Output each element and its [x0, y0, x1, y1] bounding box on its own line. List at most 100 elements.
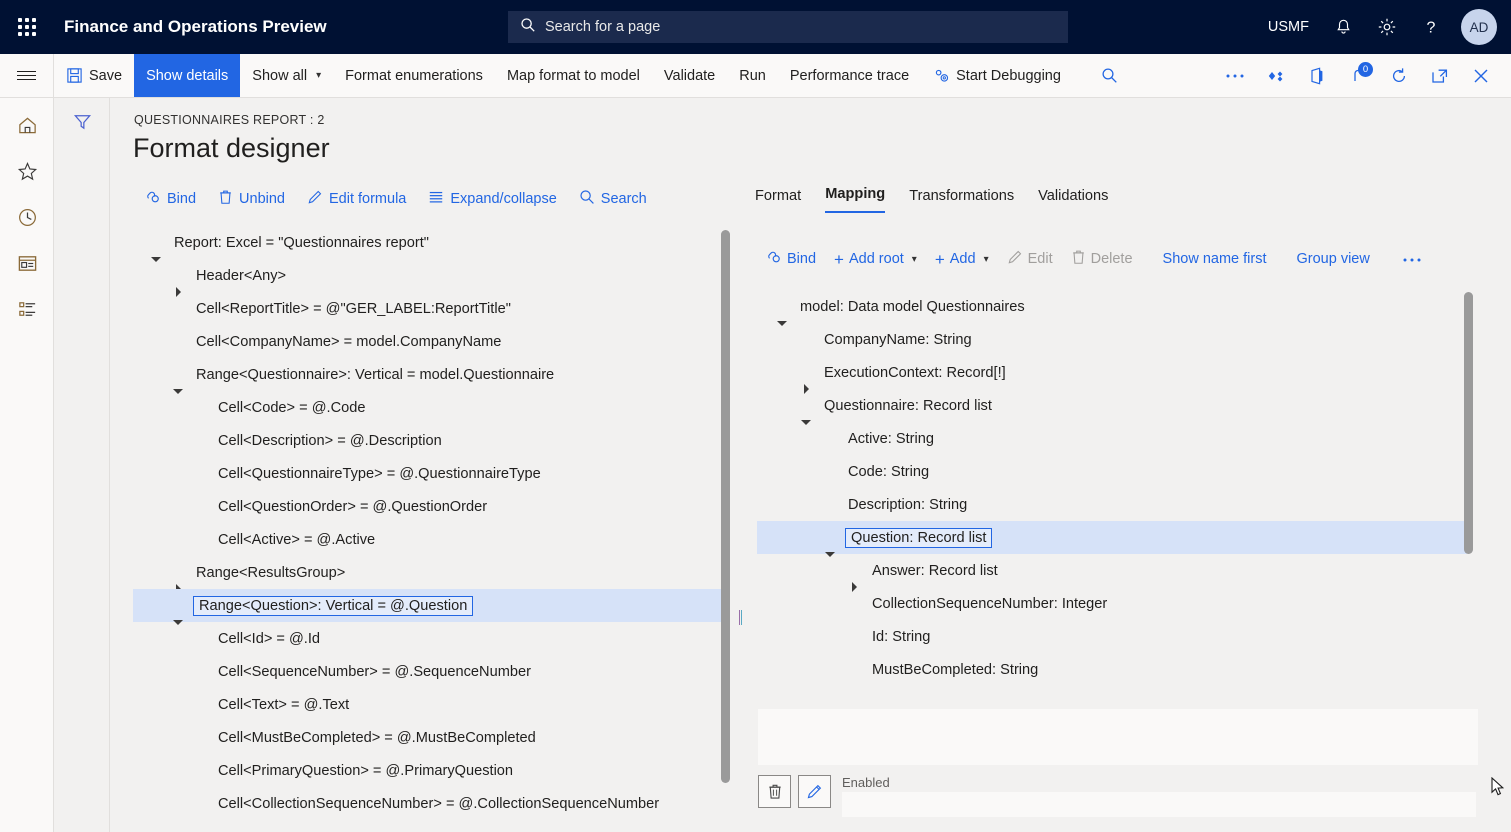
tree-row[interactable]: Cell<SequenceNumber> = @.SequenceNumber [133, 655, 721, 688]
enabled-input[interactable] [842, 792, 1476, 817]
ellipsis-icon[interactable] [1214, 54, 1255, 97]
tree-row[interactable]: MustBeCompleted: String [757, 653, 1467, 686]
waffle-grid-icon[interactable] [0, 0, 54, 54]
tree-row[interactable]: Questionnaire: Record list [757, 389, 1467, 422]
format-tree-row-label: Cell<QuestionOrder> = @.QuestionOrder [215, 498, 490, 516]
detail-delete-button[interactable] [758, 775, 791, 808]
workspaces-icon[interactable] [0, 240, 54, 286]
panel-splitter[interactable] [736, 98, 745, 832]
data-model-tree-scrollbar-thumb[interactable] [1464, 292, 1473, 554]
top-navbar: Finance and Operations Preview Search fo… [0, 0, 1511, 54]
notification-icon[interactable]: 0 [1337, 54, 1378, 97]
tree-row[interactable]: Cell<CollectionSequenceNumber> = @.Colle… [133, 787, 721, 820]
right-overflow-button[interactable] [1396, 248, 1428, 270]
performance-trace-button[interactable]: Performance trace [778, 54, 921, 97]
global-search-input[interactable]: Search for a page [508, 11, 1068, 43]
tree-row[interactable]: Range<ResultsGroup> [133, 556, 721, 589]
format-tree-scrollbar-thumb[interactable] [721, 230, 730, 783]
mouse-cursor [1491, 777, 1505, 802]
add-root-button[interactable]: + Add root ▾ [828, 248, 923, 271]
office-export-icon[interactable] [1296, 54, 1337, 97]
add-button[interactable]: + Add ▾ [929, 248, 995, 271]
recent-clock-icon[interactable] [0, 194, 54, 240]
avatar[interactable]: AD [1461, 9, 1497, 45]
modules-list-icon[interactable] [0, 286, 54, 332]
open-in-new-window-icon[interactable] [1419, 54, 1460, 97]
save-floppy-icon [66, 67, 83, 84]
show-all-dropdown[interactable]: Show all ▾ [240, 54, 333, 97]
format-tree[interactable]: Report: Excel = "Questionnaires report"H… [133, 226, 721, 832]
map-format-to-model-button[interactable]: Map format to model [495, 54, 652, 97]
data-model-tree-scrollbar[interactable] [1462, 288, 1475, 690]
hamburger-menu-icon[interactable] [0, 54, 54, 97]
tree-row[interactable]: Cell<PrimaryQuestion> = @.PrimaryQuestio… [133, 754, 721, 787]
refresh-icon[interactable] [1378, 54, 1419, 97]
tree-row[interactable]: Range<Question>: Vertical = @.Question [133, 589, 721, 622]
tab-mapping[interactable]: Mapping [825, 186, 885, 213]
tree-row[interactable]: Cell<QuestionnaireType> = @.Questionnair… [133, 457, 721, 490]
show-name-first-button[interactable]: Show name first [1157, 248, 1273, 270]
tree-row[interactable]: CollectionSequenceNumber: Integer [757, 587, 1467, 620]
tree-row[interactable]: Cell<MustBeCompleted> = @.MustBeComplete… [133, 721, 721, 754]
tree-row[interactable]: Header<Any> [133, 259, 721, 292]
left-bind-button[interactable]: Bind [140, 186, 201, 212]
filter-funnel-icon[interactable] [55, 98, 110, 144]
tree-row[interactable]: Cell<ReportTitle> = @"GER_LABEL:ReportTi… [133, 292, 721, 325]
tree-row[interactable]: Cell<Description> = @.Description [133, 424, 721, 457]
tree-row[interactable]: model: Data model Questionnaires [757, 290, 1467, 323]
diamonds-icon[interactable] [1255, 54, 1296, 97]
left-edit-formula-label: Edit formula [329, 191, 406, 207]
left-search-button[interactable]: Search [574, 186, 652, 212]
tree-row[interactable]: Cell<QuestionOrder> = @.QuestionOrder [133, 490, 721, 523]
group-view-button[interactable]: Group view [1291, 248, 1376, 270]
company-selector[interactable]: USMF [1258, 19, 1319, 35]
bell-icon[interactable] [1323, 7, 1363, 47]
tree-row[interactable]: Report: Excel = "Questionnaires report" [133, 226, 721, 259]
show-details-button[interactable]: Show details [134, 54, 240, 97]
tree-row[interactable]: Id: String [757, 620, 1467, 653]
left-unbind-button[interactable]: Unbind [213, 186, 290, 212]
edit-button: Edit [1001, 246, 1059, 272]
left-edit-formula-button[interactable]: Edit formula [302, 186, 411, 212]
format-tree-scrollbar[interactable] [719, 226, 732, 832]
tree-row[interactable]: Answer: Record list [757, 554, 1467, 587]
tree-row[interactable]: CompanyName: String [757, 323, 1467, 356]
toolbar-search-icon[interactable] [1089, 54, 1130, 97]
tab-transformations[interactable]: Transformations [909, 188, 1014, 213]
format-enumerations-button[interactable]: Format enumerations [333, 54, 495, 97]
run-button[interactable]: Run [727, 54, 778, 97]
start-debugging-button[interactable]: Start Debugging [921, 54, 1073, 97]
home-icon[interactable] [0, 102, 54, 148]
right-bind-button[interactable]: Bind [760, 246, 822, 272]
tree-row[interactable]: Cell<Active> = @.Active [133, 523, 721, 556]
tree-row[interactable]: Range<Questionnaire>: Vertical = model.Q… [133, 358, 721, 391]
global-search-placeholder: Search for a page [545, 19, 660, 35]
breadcrumb: QUESTIONNAIRES REPORT : 2 [134, 113, 325, 127]
tree-row[interactable]: Active: String [757, 422, 1467, 455]
help-icon[interactable]: ? [1411, 7, 1451, 47]
splitter-grip[interactable] [739, 610, 742, 625]
tree-row[interactable]: Cell<Code> = @.Code [133, 391, 721, 424]
validate-button[interactable]: Validate [652, 54, 727, 97]
save-button[interactable]: Save [54, 54, 134, 97]
tab-validations[interactable]: Validations [1038, 188, 1108, 213]
tree-row[interactable]: Cell<Text> = @.Text [133, 688, 721, 721]
tree-row[interactable]: Description: String [757, 488, 1467, 521]
tree-row[interactable]: ExecutionContext: Record[!] [757, 356, 1467, 389]
close-icon[interactable] [1460, 54, 1501, 97]
gear-icon[interactable] [1367, 7, 1407, 47]
data-model-row-label: Code: String [845, 463, 932, 481]
action-pane-toolbar: Save Show details Show all ▾ Format enum… [0, 54, 1511, 98]
favorites-star-icon[interactable] [0, 148, 54, 194]
tree-row[interactable]: Code: String [757, 455, 1467, 488]
tree-row[interactable]: Cell<CompanyName> = model.CompanyName [133, 325, 721, 358]
tree-row[interactable]: Question: Record list [757, 521, 1467, 554]
left-expand-collapse-button[interactable]: Expand/collapse [423, 186, 561, 212]
detail-edit-button[interactable] [798, 775, 831, 808]
data-model-tree[interactable]: model: Data model QuestionnairesCompanyN… [757, 290, 1467, 690]
tree-row[interactable]: Cell<Id> = @.Id [133, 622, 721, 655]
add-label: Add [950, 251, 976, 267]
tab-format[interactable]: Format [755, 188, 801, 213]
plus-icon: + [935, 251, 945, 268]
start-debugging-label: Start Debugging [956, 68, 1061, 84]
